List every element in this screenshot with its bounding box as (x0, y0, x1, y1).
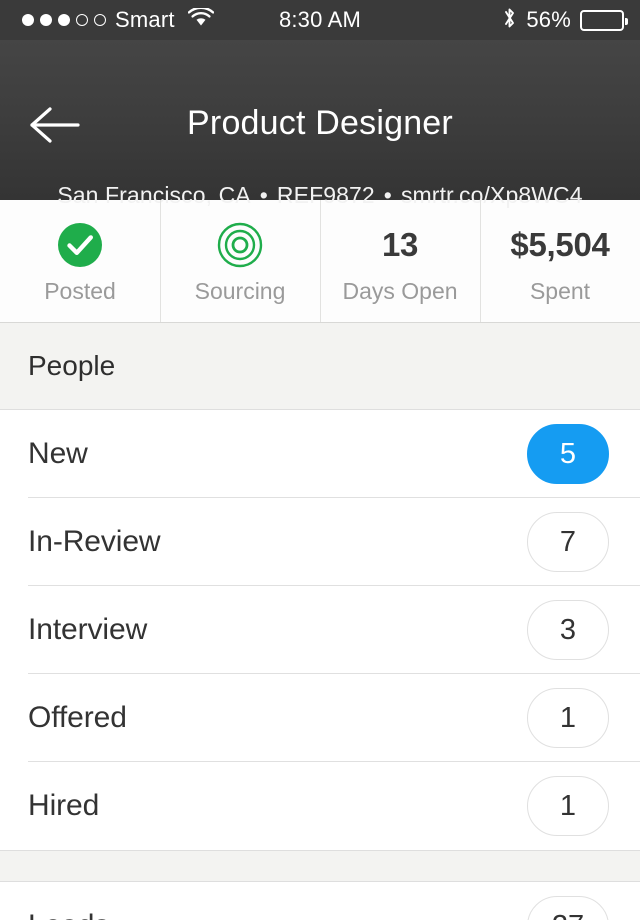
wifi-icon (187, 6, 214, 33)
status-badge[interactable]: 1 (527, 688, 609, 748)
status-badge[interactable]: 7 (527, 512, 609, 572)
people-list: New 5 In-Review 7 Interview 3 Offered 1 … (0, 410, 640, 850)
list-item-label: Interview (28, 613, 148, 646)
list-item-label: New (28, 437, 88, 470)
list-item-label: Leads (28, 909, 109, 920)
list-item[interactable]: Leads 27 (0, 882, 640, 920)
status-badge[interactable]: 3 (527, 600, 609, 660)
stat-posted[interactable]: Posted (0, 200, 160, 322)
list-item-label: In-Review (28, 525, 161, 558)
section-title: People (28, 350, 116, 381)
status-bar: Smart 8:30 AM 56% (0, 0, 640, 40)
list-item-label: Offered (28, 701, 127, 734)
section-header-people: People (0, 323, 640, 410)
stat-spent-value: $5,504 (510, 226, 610, 263)
stat-sourcing-label: Sourcing (194, 278, 286, 304)
status-badge[interactable]: 1 (527, 776, 609, 836)
status-bar-right: 56% (502, 6, 640, 35)
stat-spent[interactable]: $5,504 Spent (480, 200, 640, 322)
check-circle-icon (57, 220, 103, 270)
stat-days-open-label: Days Open (342, 278, 458, 304)
stats-bar: Posted Sourcing 13 Days Open $5,504 Spen… (0, 200, 640, 323)
list-item[interactable]: Interview 3 (0, 586, 640, 674)
stat-days-open-value: 13 (381, 226, 419, 263)
page-header: Product Designer San Francisco, CA • REF98… (0, 40, 640, 208)
bluetooth-icon (502, 6, 517, 35)
list-item[interactable]: In-Review 7 (0, 498, 640, 586)
stat-posted-label: Posted (44, 278, 116, 304)
stat-days-open[interactable]: 13 Days Open (320, 200, 480, 322)
battery-percent-label: 56% (526, 7, 571, 32)
stat-spent-label: Spent (529, 278, 591, 304)
section-spacer (0, 850, 640, 882)
leads-list: Leads 27 (0, 882, 640, 920)
list-item[interactable]: Hired 1 (0, 762, 640, 850)
list-item[interactable]: New 5 (0, 410, 640, 498)
list-item[interactable]: Offered 1 (0, 674, 640, 762)
status-bar-left: Smart (0, 6, 214, 33)
battery-icon (580, 9, 628, 31)
status-badge[interactable]: 5 (527, 424, 609, 484)
signal-strength-icon (22, 14, 106, 26)
page-title: Product Designer (187, 104, 453, 142)
list-item-label: Hired (28, 789, 100, 822)
carrier-name: Smart (115, 7, 175, 32)
status-badge[interactable]: 27 (527, 896, 609, 920)
app-screen: Smart 8:30 AM 56% Product Designer San F… (0, 0, 640, 920)
target-icon (217, 220, 263, 270)
stat-sourcing[interactable]: Sourcing (160, 200, 320, 322)
